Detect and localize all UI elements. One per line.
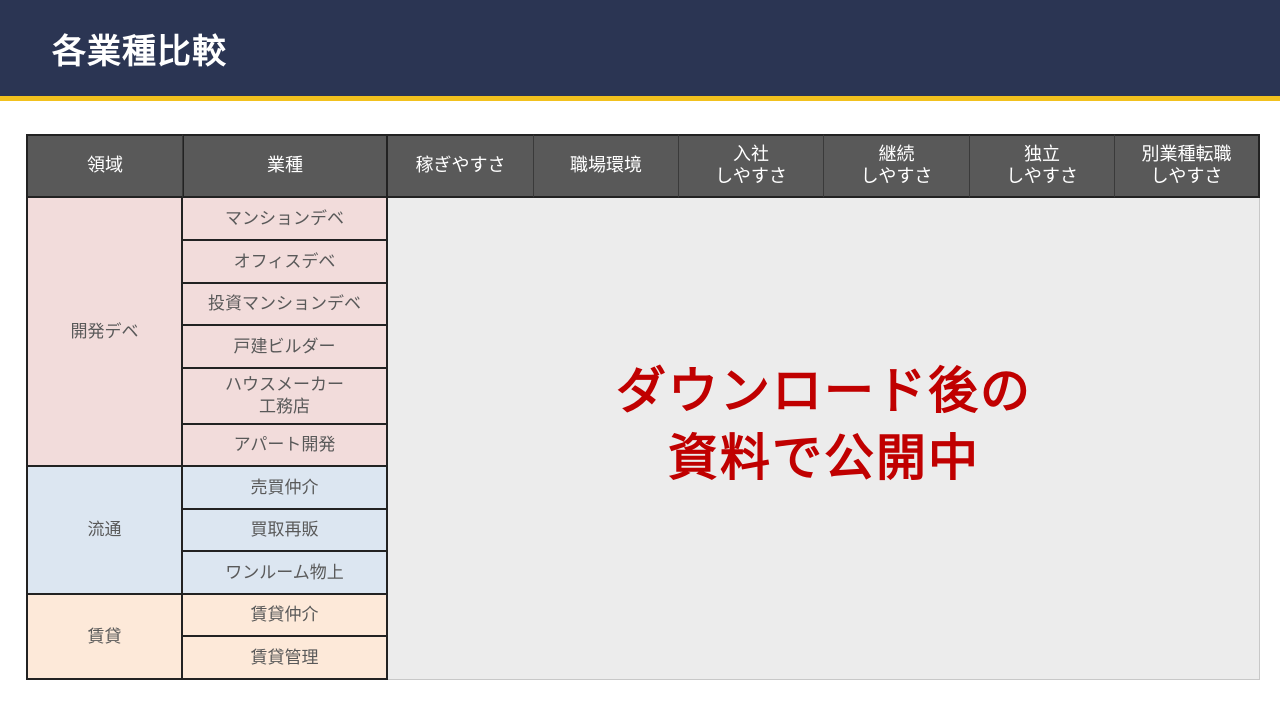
domain-rental: 賃貸 [26, 595, 183, 680]
header-independence: 独立 しやすさ [970, 134, 1115, 198]
industry-office-dev: オフィスデベ [183, 241, 388, 284]
industry-rental-brokerage: 賃貸仲介 [183, 595, 388, 637]
slide-header: 各業種比較 [0, 0, 1280, 96]
header-transfer: 別業種転職 しやすさ [1115, 134, 1260, 198]
header-industry: 業種 [183, 134, 388, 198]
industry-apartment-dev: アパート開発 [183, 425, 388, 467]
domain-dev: 開発デベ [26, 198, 183, 467]
industry-investment-mansion-dev: 投資マンションデベ [183, 284, 388, 326]
header-continue: 継続 しやすさ [824, 134, 970, 198]
header-entry: 入社 しやすさ [679, 134, 824, 198]
industry-brokerage: 売買仲介 [183, 467, 388, 510]
header-accent-line [0, 96, 1280, 101]
header-workplace: 職場環境 [534, 134, 679, 198]
notice-line-1: ダウンロード後の [616, 362, 1032, 420]
slide-title: 各業種比較 [52, 32, 227, 72]
industry-resale: 買取再販 [183, 510, 388, 552]
domain-distribution: 流通 [26, 467, 183, 595]
industry-mansion-dev: マンションデベ [183, 198, 388, 241]
industry-rental-management: 賃貸管理 [183, 637, 388, 680]
comparison-table: 領域 業種 稼ぎやすさ 職場環境 入社 しやすさ 継続 しやすさ 独立 しやすさ… [26, 134, 1260, 680]
header-earn: 稼ぎやすさ [388, 134, 534, 198]
notice-line-2: 資料で公開中 [668, 429, 980, 487]
download-notice: ダウンロード後の 資料で公開中 [388, 358, 1260, 492]
industry-house-maker: ハウスメーカー 工務店 [183, 369, 388, 425]
header-domain: 領域 [26, 134, 183, 198]
industry-house-builder: 戸建ビルダー [183, 326, 388, 369]
industry-one-room: ワンルーム物上 [183, 552, 388, 595]
